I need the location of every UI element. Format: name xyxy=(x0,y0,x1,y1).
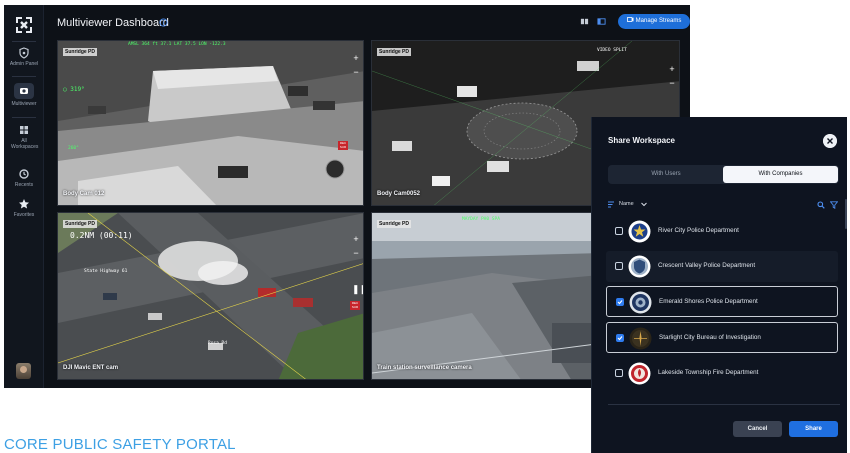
rail-item-favorites[interactable]: Favorites xyxy=(4,198,44,218)
rail-item-recents[interactable]: Recents xyxy=(4,168,44,188)
tile-source-label: Sunridge PD xyxy=(63,220,98,228)
company-list: River City Police Department Crescent Va… xyxy=(606,216,840,406)
company-name: River City Police Department xyxy=(658,227,739,234)
police-badge-icon xyxy=(629,291,652,314)
company-name: Emerald Shores Police Department xyxy=(659,298,758,305)
share-workspace-dialog: Share Workspace With Users With Companie… xyxy=(591,117,847,453)
pause-button[interactable]: ❚❚ xyxy=(352,285,363,294)
zoom-in-button[interactable]: + xyxy=(352,235,360,244)
tile-source-label: Sunridge PD xyxy=(63,48,98,56)
footer-divider xyxy=(608,404,840,405)
rail-divider xyxy=(12,41,36,42)
company-name: Starlight City Bureau of Investigation xyxy=(659,334,761,341)
rail-item-all-workspaces[interactable]: All Workspaces xyxy=(4,124,44,150)
list-scrollbar[interactable] xyxy=(845,199,847,229)
search-icon[interactable] xyxy=(817,201,825,209)
police-badge-icon xyxy=(628,255,651,278)
layout-view-icon[interactable] xyxy=(597,17,606,26)
top-bar: Multiviewer Dashboard Manage Streams xyxy=(44,5,690,38)
shield-icon xyxy=(19,47,29,59)
checkbox[interactable] xyxy=(615,262,623,270)
manage-streams-button[interactable]: Manage Streams xyxy=(618,14,690,29)
grid-view-icon[interactable] xyxy=(580,17,589,26)
star-icon xyxy=(19,199,29,209)
video-tile-3[interactable]: Sunridge PD 0.2NM (00:11) State Highway … xyxy=(57,212,364,380)
company-name: Lakeside Township Fire Department xyxy=(658,369,759,376)
hud-heading: 260° xyxy=(68,146,79,151)
rail-item-label: Recents xyxy=(14,182,34,188)
zoom-in-button[interactable]: + xyxy=(352,54,360,63)
tile-camera-name: Train station surveillance camera xyxy=(377,365,472,371)
zoom-out-button[interactable]: − xyxy=(352,249,360,258)
list-toolbar: Name xyxy=(608,200,840,210)
share-button[interactable]: Share xyxy=(789,421,838,437)
zoom-out-button[interactable]: − xyxy=(352,68,360,77)
checkbox[interactable] xyxy=(615,227,623,235)
stream-icon xyxy=(626,17,634,22)
police-badge-icon xyxy=(628,220,651,243)
tile-source-label: Sunridge PD xyxy=(377,220,412,228)
list-item[interactable]: Lakeside Township Fire Department xyxy=(606,358,838,389)
list-item[interactable]: River City Police Department xyxy=(606,216,838,247)
record-badge: REC SUR xyxy=(350,301,360,310)
checkbox[interactable] xyxy=(615,369,623,377)
cancel-button[interactable]: Cancel xyxy=(733,421,782,437)
fire-department-badge-icon xyxy=(628,362,651,385)
hud-telemetry: AMSL 364 ft 37.1 LAT 37.5 LON -122.3 xyxy=(128,42,226,47)
street-label: State Highway 61 xyxy=(84,269,128,274)
dialog-title: Share Workspace xyxy=(608,136,675,145)
tile-source-label: Sunridge PD xyxy=(377,48,412,56)
portal-title: CORE PUBLIC SAFETY PORTAL xyxy=(4,436,236,453)
tile-camera-name: Body Cam0052 xyxy=(377,191,421,197)
tab-with-users[interactable]: With Users xyxy=(609,166,723,183)
bureau-badge-icon xyxy=(629,327,652,350)
hud-status: VIDEO SPLIT xyxy=(597,48,627,53)
sort-icon[interactable] xyxy=(608,201,616,208)
rail-item-label: Multiviewer xyxy=(11,101,37,107)
multiviewer-window: Admin Panel Multiviewer All Workspaces R… xyxy=(4,5,690,388)
company-name: Crescent Valley Police Department xyxy=(658,262,756,269)
rail-divider xyxy=(12,76,36,77)
video-tile-1[interactable]: Sunridge PD AMSL 364 ft 37.1 LAT 37.5 LO… xyxy=(57,40,364,206)
hud-telemetry: MAYDAY PH0 SPA xyxy=(462,217,500,222)
tile-camera-name: Body Cam 012 xyxy=(63,191,105,197)
check-icon xyxy=(617,336,623,341)
tab-with-companies[interactable]: With Companies xyxy=(723,166,838,183)
sort-name-label[interactable]: Name xyxy=(619,201,634,207)
list-item[interactable]: Crescent Valley Police Department xyxy=(606,251,838,282)
rail-item-label: Admin Panel xyxy=(9,61,39,67)
user-avatar[interactable] xyxy=(16,363,31,379)
app-logo-icon xyxy=(16,17,32,33)
rail-item-label: All Workspaces xyxy=(11,138,39,150)
hud-distance: 0.2NM (00:11) xyxy=(70,231,133,240)
check-icon xyxy=(617,300,623,305)
side-rail: Admin Panel Multiviewer All Workspaces R… xyxy=(4,5,44,388)
list-item[interactable]: Starlight City Bureau of Investigation xyxy=(606,322,838,353)
filter-icon[interactable] xyxy=(830,201,838,209)
record-badge: REC SUR xyxy=(338,141,348,150)
close-icon[interactable] xyxy=(823,134,837,148)
page-title: Multiviewer Dashboard xyxy=(57,17,169,29)
zoom-in-button[interactable]: + xyxy=(668,65,676,74)
rail-item-label: Favorites xyxy=(13,212,35,218)
street-label: Rosa Rd xyxy=(208,341,227,346)
checkbox-checked[interactable] xyxy=(616,334,624,342)
hud-compass: ◯ 319° xyxy=(63,86,85,93)
grid-icon xyxy=(20,126,28,134)
share-target-toggle: With Users With Companies xyxy=(608,165,839,184)
list-item[interactable]: Emerald Shores Police Department xyxy=(606,286,838,317)
rail-item-multiviewer[interactable]: Multiviewer xyxy=(4,83,44,107)
camera-icon xyxy=(20,88,28,94)
chevron-down-icon[interactable] xyxy=(641,202,647,207)
tile-camera-name: DJI Mavic ENT cam xyxy=(63,365,119,371)
info-icon[interactable] xyxy=(159,18,168,27)
zoom-out-button[interactable]: − xyxy=(668,79,676,88)
manage-streams-label: Manage Streams xyxy=(635,18,682,24)
clock-icon xyxy=(19,169,29,179)
checkbox-checked[interactable] xyxy=(616,298,624,306)
rail-divider xyxy=(12,117,36,118)
rail-item-admin-panel[interactable]: Admin Panel xyxy=(4,47,44,67)
thermal-feed-image xyxy=(58,41,363,205)
